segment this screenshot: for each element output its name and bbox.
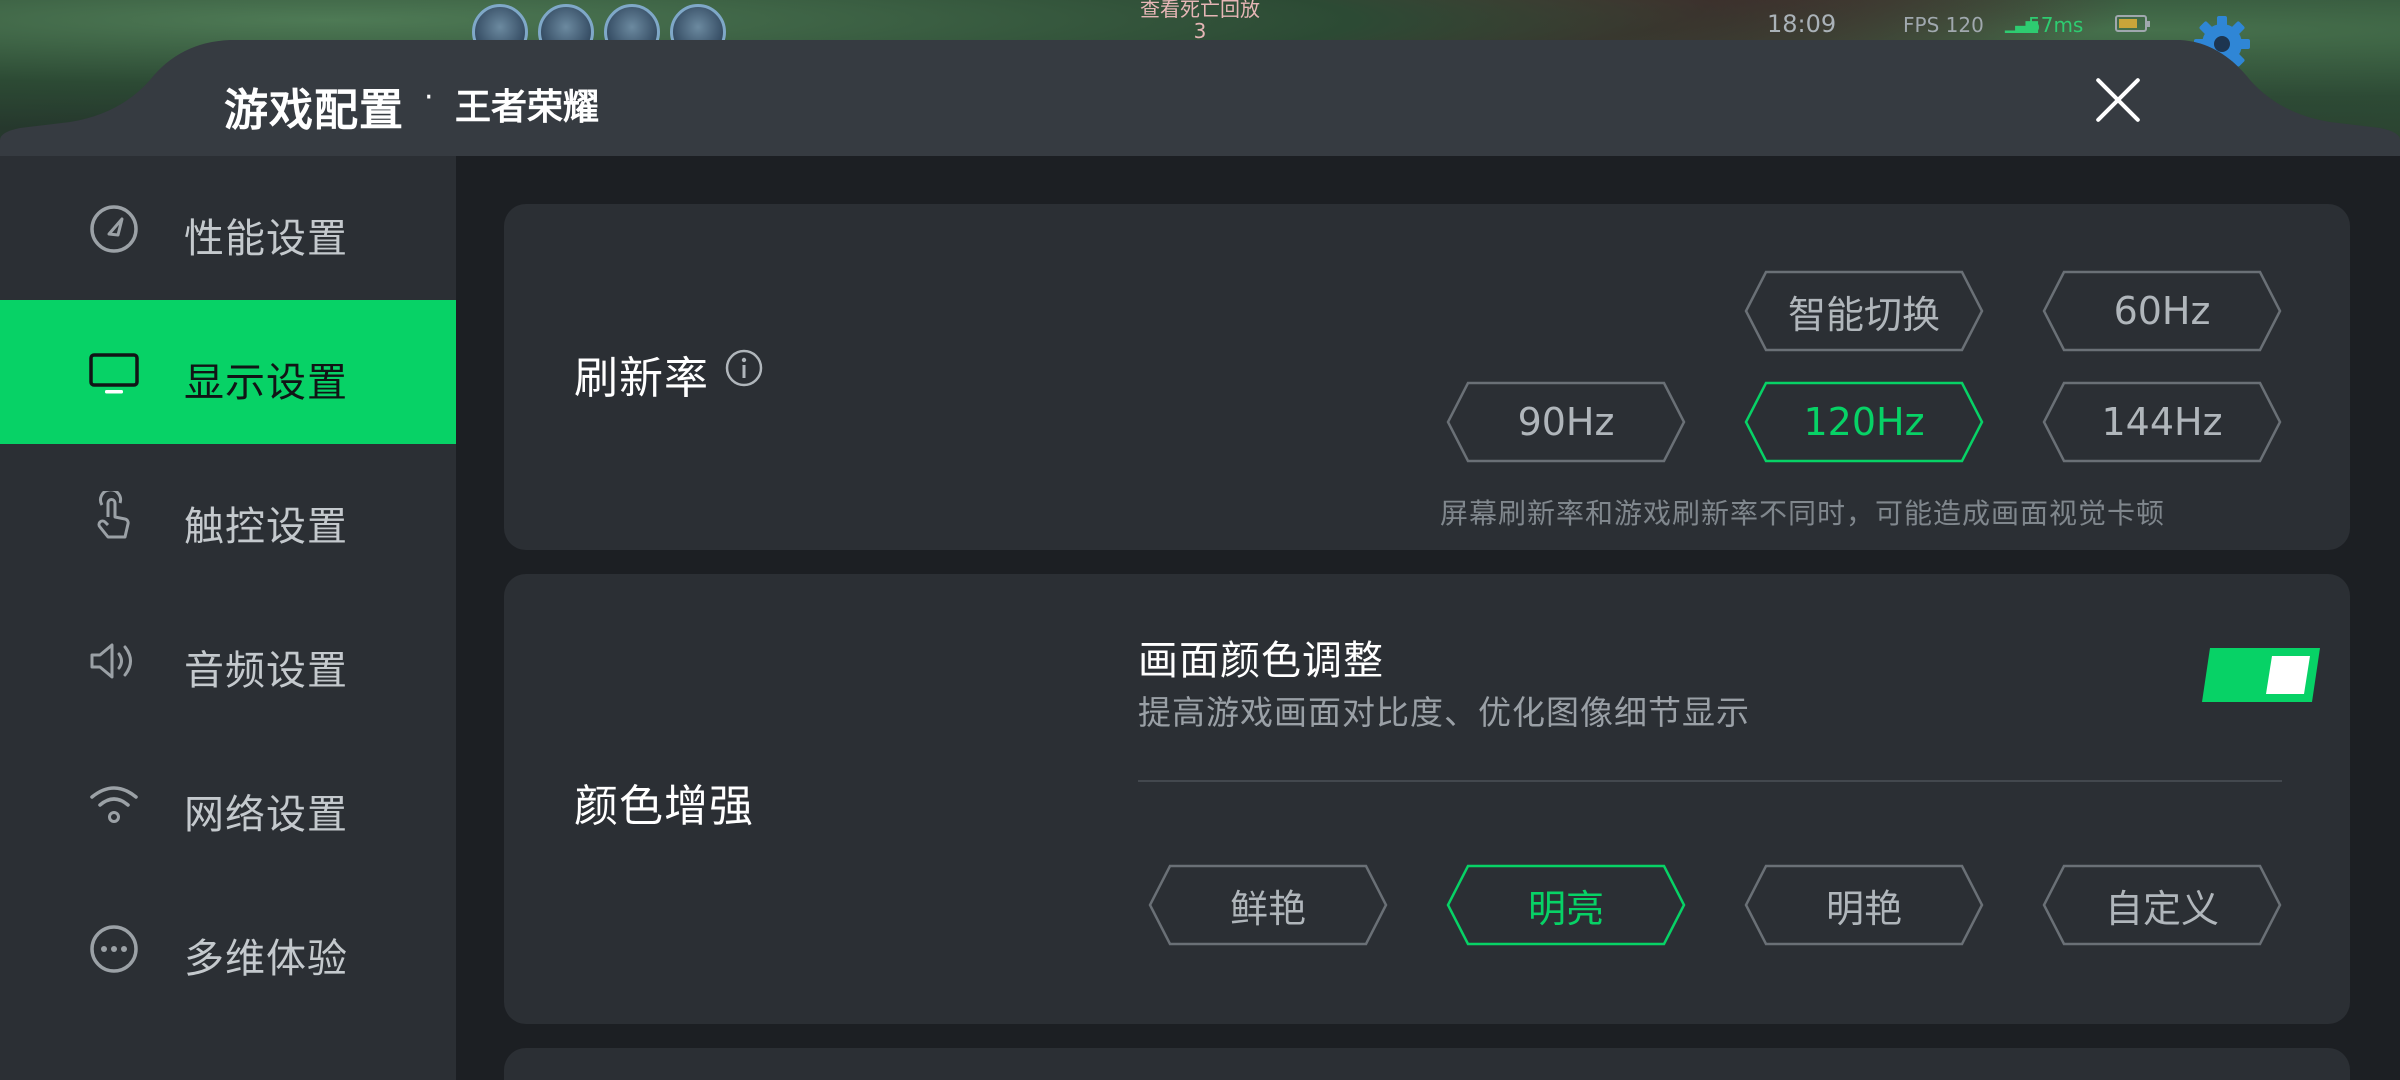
color-mode-vivid[interactable]: 鲜艳	[1148, 864, 1388, 946]
status-time: 18:09	[1767, 10, 1837, 38]
divider	[1138, 780, 2282, 782]
sidebar-item-label: 触控设置	[184, 504, 348, 550]
color-mode-bright[interactable]: 明亮	[1446, 864, 1686, 946]
sidebar-item-label: 多维体验	[184, 936, 348, 982]
refresh-option-144hz[interactable]: 144Hz	[2042, 381, 2282, 463]
sidebar-item-label: 音频设置	[184, 648, 348, 694]
info-icon[interactable]	[724, 348, 764, 388]
speedometer-icon	[90, 205, 138, 253]
color-mode-brilliant[interactable]: 明艳	[1744, 864, 1984, 946]
next-settings-card	[504, 1048, 2350, 1080]
color-adjust-toggle[interactable]	[2200, 646, 2322, 704]
color-adjust-desc: 提高游戏画面对比度、优化图像细节显示	[1138, 693, 1750, 732]
status-ping: 57ms	[2028, 13, 2084, 37]
sidebar-item-display[interactable]: 显示设置	[0, 300, 456, 444]
option-label: 144Hz	[2101, 400, 2223, 444]
refresh-rate-hint: 屏幕刷新率和游戏刷新率不同时，可能造成画面视觉卡顿	[1440, 497, 2166, 530]
game-config-panel: 游戏配置 · 王者荣耀 性能设置 显示设置 触控设置 音频设置 网络设置 多维体…	[0, 40, 2400, 1080]
option-label: 90Hz	[1517, 400, 1615, 444]
replay-text: 查看死亡回放	[1140, 0, 1260, 21]
touch-hand-icon	[97, 491, 130, 539]
monitor-icon	[89, 353, 139, 394]
game-name: 王者荣耀	[455, 87, 600, 128]
color-adjust-title: 画面颜色调整	[1138, 638, 1384, 684]
title-separator: ·	[424, 80, 434, 115]
sidebar-item-network[interactable]: 网络设置	[0, 732, 456, 876]
speaker-icon	[90, 643, 132, 679]
replay-label[interactable]: 查看死亡回放 3	[1100, 0, 1300, 42]
option-label: 120Hz	[1803, 400, 1925, 444]
option-label: 明艳	[1825, 886, 1902, 931]
sidebar-item-touch[interactable]: 触控设置	[0, 444, 456, 588]
refresh-rate-title: 刷新率	[574, 353, 709, 404]
sidebar-item-performance[interactable]: 性能设置	[0, 156, 456, 300]
refresh-option-smart[interactable]: 智能切换	[1744, 270, 1984, 352]
battery-icon	[2115, 15, 2150, 32]
option-label: 鲜艳	[1229, 886, 1306, 931]
color-mode-custom[interactable]: 自定义	[2042, 864, 2282, 946]
option-label: 智能切换	[1787, 292, 1940, 337]
panel-header: 游戏配置 · 王者荣耀	[0, 40, 2400, 156]
sidebar-item-more-experience[interactable]: 多维体验	[0, 876, 456, 1020]
replay-count: 3	[1193, 19, 1207, 43]
sidebar: 性能设置 显示设置 触控设置 音频设置 网络设置 多维体验	[0, 156, 456, 1080]
close-button[interactable]	[2090, 72, 2146, 128]
refresh-option-90hz[interactable]: 90Hz	[1446, 381, 1686, 463]
sidebar-item-label: 网络设置	[184, 792, 348, 838]
refresh-option-120hz[interactable]: 120Hz	[1744, 381, 1984, 463]
option-label: 自定义	[2104, 886, 2219, 931]
color-enhance-card: 颜色增强 画面颜色调整 提高游戏画面对比度、优化图像细节显示 鲜艳 明亮 明艳	[504, 574, 2350, 1024]
sidebar-item-audio[interactable]: 音频设置	[0, 588, 456, 732]
sidebar-item-label: 显示设置	[184, 360, 348, 406]
more-dots-icon	[90, 925, 138, 973]
refresh-option-60hz[interactable]: 60Hz	[2042, 270, 2282, 352]
status-fps: FPS 120	[1903, 13, 1984, 37]
sidebar-item-label: 性能设置	[184, 216, 348, 262]
refresh-rate-card: 刷新率 智能切换 60Hz 90Hz 120Hz 144Hz 屏幕刷新率和游戏刷…	[504, 204, 2350, 550]
wifi-icon	[90, 786, 138, 823]
page-title: 游戏配置	[224, 85, 404, 136]
color-enhance-title: 颜色增强	[574, 781, 754, 832]
option-label: 明亮	[1527, 886, 1604, 931]
option-label: 60Hz	[2113, 289, 2211, 333]
settings-content: 刷新率 智能切换 60Hz 90Hz 120Hz 144Hz 屏幕刷新率和游戏刷…	[456, 156, 2400, 1080]
